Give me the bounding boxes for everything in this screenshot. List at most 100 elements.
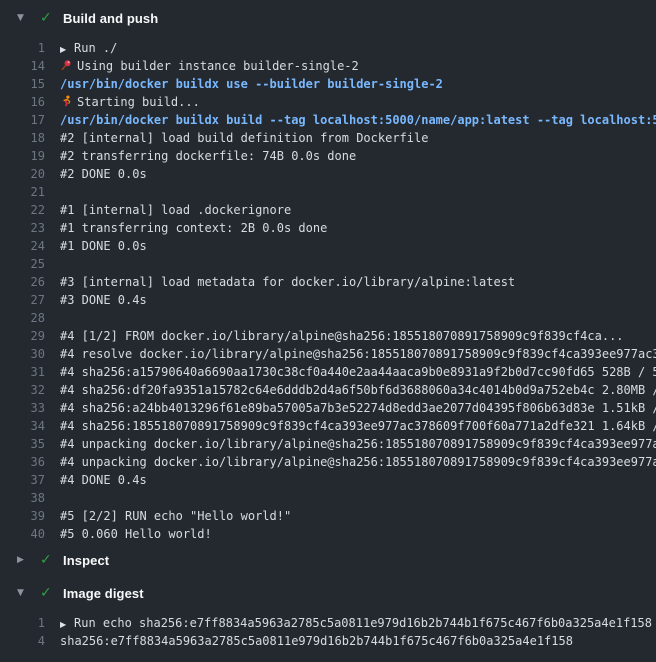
success-check-icon: ✓ [40, 553, 55, 567]
line-number[interactable]: 26 [0, 273, 45, 291]
log-line: 30 #4 resolve docker.io/library/alpine@sh… [0, 345, 656, 363]
log-text [60, 183, 656, 201]
log-text: ▶Run echo sha256:e7ff8834a5963a2785c5a08… [60, 614, 656, 632]
line-number[interactable]: 38 [0, 489, 45, 507]
log-text: #1 transferring context: 2B 0.0s done [60, 219, 656, 237]
log-line: 33#4 sha256:a24bb4013296f61e89ba57005a7b… [0, 399, 656, 417]
log-text: #5 [2/2] RUN echo "Hello world!" [60, 507, 656, 525]
log-line: 26 #3 [internal] load metadata for docker… [0, 273, 656, 291]
line-number[interactable]: 40 [0, 525, 45, 543]
line-number[interactable]: 16 [0, 93, 45, 111]
log-line: 17/usr/bin/docker buildx build --tag loc… [0, 111, 656, 129]
log-text: #5 0.060 Hello world! [60, 525, 656, 543]
success-check-icon: ✓ [40, 586, 55, 600]
workflow-log-viewer: ▼ ✓ Build and push 1▶Run ./14Using build… [0, 4, 656, 650]
log-text: ▶Run ./ [60, 39, 656, 57]
log-text: #2 [internal] load build definition from… [60, 129, 656, 147]
line-number[interactable]: 14 [0, 57, 45, 75]
pin-icon [60, 58, 77, 75]
line-number[interactable]: 15 [0, 75, 45, 93]
log-line: 24 #1 DONE 0.0s [0, 237, 656, 255]
log-text: #4 unpacking docker.io/library/alpine@sh… [60, 453, 656, 471]
log-text: Using builder instance builder-single-2 [60, 57, 656, 75]
line-number[interactable]: 37 [0, 471, 45, 489]
log-text: #4 unpacking docker.io/library/alpine@sh… [60, 435, 656, 453]
log-line: 40 #5 0.060 Hello world! [0, 525, 656, 543]
log-text: sha256:e7ff8834a5963a2785c5a0811e979d16b… [60, 632, 656, 650]
command-text: /usr/bin/docker buildx use --builder bui… [60, 75, 656, 93]
log-line: 22 #1 [internal] load .dockerignore [0, 201, 656, 219]
expand-group-arrow-icon[interactable]: ▶ [60, 41, 74, 58]
log-text: #4 resolve docker.io/library/alpine@sha2… [60, 345, 656, 363]
line-number[interactable]: 1 [0, 614, 45, 632]
line-number[interactable]: 39 [0, 507, 45, 525]
log-line: 25 [0, 255, 656, 273]
line-number[interactable]: 28 [0, 309, 45, 327]
log-line: 23 #1 transferring context: 2B 0.0s done [0, 219, 656, 237]
section-title: Image digest [63, 586, 144, 601]
section-title: Build and push [63, 11, 158, 26]
log-text: #4 [1/2] FROM docker.io/library/alpine@s… [60, 327, 656, 345]
line-number[interactable]: 29 [0, 327, 45, 345]
line-number[interactable]: 31 [0, 363, 45, 381]
line-number[interactable]: 1 [0, 39, 45, 57]
log-line: 27 #3 DONE 0.4s [0, 291, 656, 309]
line-number[interactable]: 36 [0, 453, 45, 471]
line-number[interactable]: 35 [0, 435, 45, 453]
log-text: #1 [internal] load .dockerignore [60, 201, 656, 219]
log-text: #3 [internal] load metadata for docker.i… [60, 273, 656, 291]
section-header-image-digest[interactable]: ▼ ✓ Image digest [0, 579, 656, 607]
log-line[interactable]: 1 ▶Run echo sha256:e7ff8834a5963a2785c5a0… [0, 614, 656, 632]
log-line: 35 #4 unpacking docker.io/library/alpine@… [0, 435, 656, 453]
section-header-build-and-push[interactable]: ▼ ✓ Build and push [0, 4, 656, 32]
line-number[interactable]: 20 [0, 165, 45, 183]
success-check-icon: ✓ [40, 11, 55, 25]
log-text [60, 309, 656, 327]
log-line: 32 #4 sha256:df20fa9351a15782c64e6dddb2d4… [0, 381, 656, 399]
log-line: 37#4 DONE 0.4s [0, 471, 656, 489]
chevron-right-icon[interactable]: ▶ [17, 556, 26, 565]
expand-group-arrow-icon[interactable]: ▶ [60, 616, 74, 633]
line-number[interactable]: 25 [0, 255, 45, 273]
chevron-down-icon[interactable]: ▼ [17, 14, 26, 23]
log-text: #2 transferring dockerfile: 74B 0.0s don… [60, 147, 656, 165]
line-number[interactable]: 32 [0, 381, 45, 399]
line-number[interactable]: 18 [0, 129, 45, 147]
log-line: 20 #2 DONE 0.0s [0, 165, 656, 183]
line-number[interactable]: 23 [0, 219, 45, 237]
log-line: 4 sha256:e7ff8834a5963a2785c5a0811e979d16… [0, 632, 656, 650]
log-line: 29 #4 [1/2] FROM docker.io/library/alpine… [0, 327, 656, 345]
log-lines-build-and-push: 1 ▶Run ./ 14 Using builder instance builder… [0, 39, 656, 543]
log-line: 15/usr/bin/docker buildx use --builder b… [0, 75, 656, 93]
log-line: 16Starting build... [0, 93, 656, 111]
log-text: #3 DONE 0.4s [60, 291, 656, 309]
log-text [60, 255, 656, 273]
log-line: 19 #2 transferring dockerfile: 74B 0.0s d… [0, 147, 656, 165]
log-text: #4 sha256:a15790640a6690aa1730c38cf0a440… [60, 363, 656, 381]
log-line: 21 [0, 183, 656, 201]
log-text: #1 DONE 0.0s [60, 237, 656, 255]
line-number[interactable]: 30 [0, 345, 45, 363]
section-header-inspect[interactable]: ▶ ✓ Inspect [0, 546, 656, 574]
runner-icon [60, 94, 77, 111]
line-number[interactable]: 21 [0, 183, 45, 201]
log-line[interactable]: 1 ▶Run ./ [0, 39, 656, 57]
line-number[interactable]: 4 [0, 632, 45, 650]
log-line: 39 #5 [2/2] RUN echo "Hello world!" [0, 507, 656, 525]
log-lines-image-digest: 1 ▶Run echo sha256:e7ff8834a5963a2785c5a0… [0, 614, 656, 650]
line-number[interactable]: 22 [0, 201, 45, 219]
line-number[interactable]: 17 [0, 111, 45, 129]
line-number[interactable]: 34 [0, 417, 45, 435]
log-text: #2 DONE 0.0s [60, 165, 656, 183]
command-text: /usr/bin/docker buildx build --tag local… [60, 111, 656, 129]
log-line: 31 #4 sha256:a15790640a6690aa1730c38cf0a4… [0, 363, 656, 381]
log-line: 28 [0, 309, 656, 327]
line-number[interactable]: 33 [0, 399, 45, 417]
log-text: #4 sha256:df20fa9351a15782c64e6dddb2d4a6… [60, 381, 656, 399]
line-number[interactable]: 24 [0, 237, 45, 255]
log-line: 38 [0, 489, 656, 507]
line-number[interactable]: 27 [0, 291, 45, 309]
line-number[interactable]: 19 [0, 147, 45, 165]
section-title: Inspect [63, 553, 109, 568]
chevron-down-icon[interactable]: ▼ [17, 589, 26, 598]
